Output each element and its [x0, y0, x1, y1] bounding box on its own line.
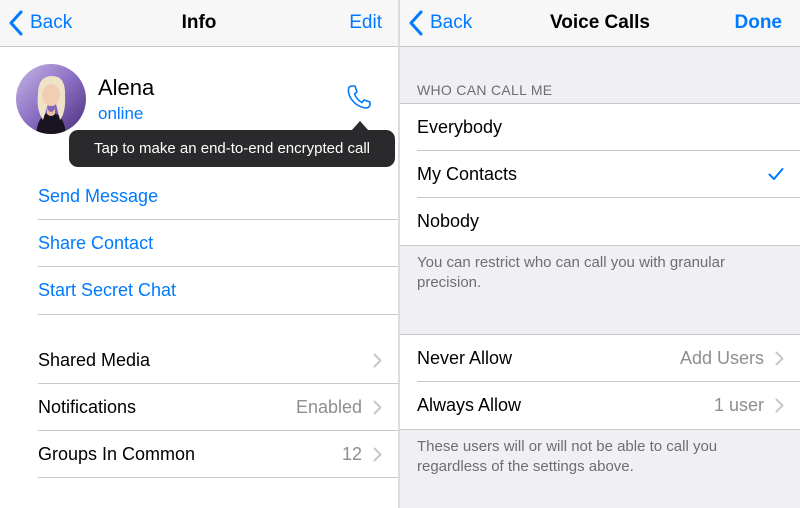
groups-in-common-row[interactable]: Groups In Common 12 [0, 431, 398, 478]
avatar[interactable] [16, 64, 86, 134]
share-contact-row[interactable]: Share Contact [0, 220, 398, 267]
option-label: My Contacts [417, 164, 518, 184]
notifications-value: Enabled [295, 397, 362, 417]
avatar-photo [16, 64, 86, 134]
done-button[interactable]: Done [735, 12, 783, 34]
never-allow-row[interactable]: Never Allow Add Users [400, 335, 800, 382]
options-footer-note: You can restrict who can call you with g… [417, 254, 725, 291]
always-allow-label: Always Allow [417, 395, 522, 415]
chevron-right-icon [373, 447, 382, 462]
start-secret-chat-row[interactable]: Start Secret Chat [0, 267, 398, 314]
chevron-left-icon [9, 10, 23, 36]
contact-name: Alena [98, 75, 155, 100]
contact-status: online [98, 104, 144, 123]
option-everybody[interactable]: Everybody [400, 104, 800, 151]
call-tooltip: Tap to make an end-to-end encrypted call [69, 121, 395, 167]
share-contact-label: Share Contact [38, 233, 154, 253]
edit-button[interactable]: Edit [349, 12, 382, 34]
info-back-button[interactable]: Back [8, 9, 72, 37]
info-back-label: Back [30, 12, 73, 33]
groups-in-common-label: Groups In Common [38, 444, 196, 464]
chevron-right-icon [775, 351, 784, 366]
option-label: Nobody [417, 211, 480, 231]
chevron-right-icon [373, 353, 382, 368]
chevron-right-icon [775, 398, 784, 413]
groups-in-common-count: 12 [341, 444, 362, 464]
section-divider [38, 314, 398, 315]
notifications-label: Notifications [38, 397, 137, 417]
option-nobody[interactable]: Nobody [400, 198, 800, 245]
row-divider [38, 477, 398, 478]
call-button[interactable] [344, 82, 378, 112]
option-label: Everybody [417, 117, 503, 137]
voice-calls-back-button[interactable]: Back [408, 9, 472, 37]
shared-media-row[interactable]: Shared Media [0, 337, 398, 384]
info-navbar: Back Info Edit [0, 0, 398, 47]
chevron-right-icon [373, 400, 382, 415]
exceptions-group: Never Allow Add Users Always Allow 1 use… [400, 334, 800, 430]
option-my-contacts[interactable]: My Contacts [400, 151, 800, 198]
exceptions-footer-note: These users will or will not be able to … [417, 438, 718, 475]
always-allow-row[interactable]: Always Allow 1 user [400, 382, 800, 429]
shared-media-label: Shared Media [38, 350, 151, 370]
send-message-row[interactable]: Send Message [0, 173, 398, 220]
notifications-row[interactable]: Notifications Enabled [0, 384, 398, 431]
never-allow-value: Add Users [679, 348, 764, 368]
chevron-left-icon [409, 10, 423, 36]
voice-calls-back-label: Back [430, 12, 473, 33]
send-message-label: Send Message [38, 186, 159, 206]
phone-icon [347, 85, 371, 109]
voice-calls-screen: Back Voice Calls Done WHO CAN CALL ME Ev… [400, 0, 800, 508]
never-allow-label: Never Allow [417, 348, 513, 368]
checkmark-icon [768, 168, 784, 180]
voice-calls-navbar: Back Voice Calls Done [400, 0, 800, 47]
who-can-call-header: WHO CAN CALL ME [417, 82, 553, 98]
always-allow-value: 1 user [713, 395, 764, 415]
call-privacy-options: Everybody My Contacts Nobody [400, 103, 800, 246]
info-screen: Back Info Edit Alena online Tap to make … [0, 0, 398, 508]
start-secret-chat-label: Start Secret Chat [38, 280, 177, 300]
